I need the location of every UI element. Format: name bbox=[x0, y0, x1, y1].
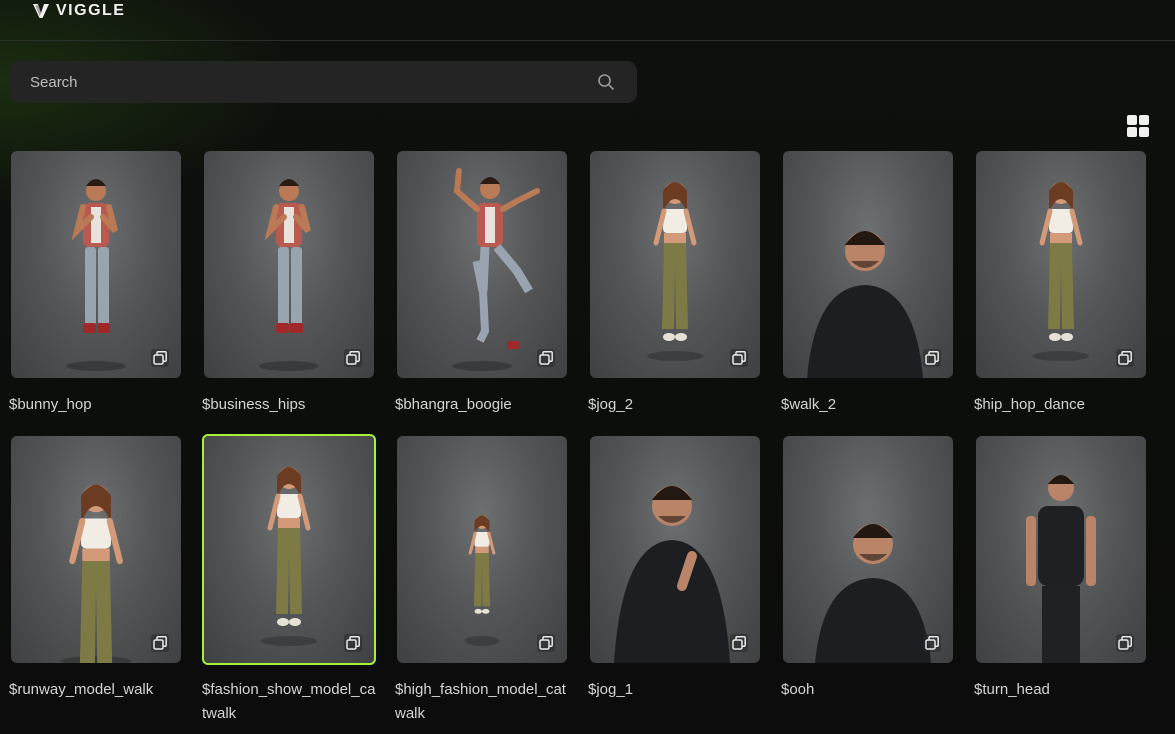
template-thumbnail[interactable] bbox=[590, 436, 760, 663]
multi-clip-icon bbox=[925, 351, 939, 365]
multi-clip-icon bbox=[537, 634, 555, 652]
search-icon[interactable] bbox=[597, 73, 615, 91]
template-card[interactable]: $bunny_hop bbox=[9, 150, 183, 435]
template-label[interactable]: $turn_head bbox=[974, 678, 1148, 702]
template-preview-figure bbox=[452, 168, 540, 371]
template-thumbnail[interactable] bbox=[397, 151, 567, 378]
multi-clip-icon bbox=[925, 636, 939, 650]
template-thumbnail[interactable] bbox=[11, 436, 181, 663]
template-card[interactable]: $jog_2 bbox=[588, 150, 762, 435]
multi-clip-icon bbox=[1118, 351, 1132, 365]
template-preview-figure bbox=[1026, 475, 1096, 663]
multi-clip-icon bbox=[732, 351, 746, 365]
template-thumbnail[interactable] bbox=[397, 436, 567, 663]
template-card[interactable]: $hip_hop_dance bbox=[974, 150, 1148, 435]
multi-clip-icon bbox=[730, 634, 748, 652]
grid-cell bbox=[1127, 115, 1137, 125]
grid-cell bbox=[1139, 115, 1149, 125]
multi-clip-icon bbox=[732, 636, 746, 650]
multi-clip-icon bbox=[153, 351, 167, 365]
multi-clip-icon bbox=[344, 634, 362, 652]
multi-clip-icon bbox=[346, 636, 360, 650]
search-input[interactable] bbox=[9, 60, 597, 104]
multi-clip-icon bbox=[539, 351, 553, 365]
multi-clip-icon bbox=[153, 636, 167, 650]
multi-clip-icon bbox=[539, 636, 553, 650]
multi-clip-icon bbox=[344, 349, 362, 367]
template-preview-figure bbox=[259, 179, 319, 371]
template-label[interactable]: $fashion_show_model_catwalk bbox=[202, 678, 376, 726]
template-card[interactable]: $bhangra_boogie bbox=[395, 150, 569, 435]
template-preview-figure bbox=[1033, 182, 1089, 361]
template-preview-figure bbox=[261, 467, 317, 646]
multi-clip-icon bbox=[151, 349, 169, 367]
template-card[interactable]: $high_fashion_model_catwalk bbox=[395, 435, 569, 734]
template-label[interactable]: $high_fashion_model_catwalk bbox=[395, 678, 569, 726]
template-preview-figure bbox=[807, 231, 923, 378]
multi-clip-icon bbox=[346, 351, 360, 365]
template-card[interactable]: $jog_1 bbox=[588, 435, 762, 734]
template-label[interactable]: $walk_2 bbox=[781, 393, 955, 417]
template-label[interactable]: $jog_1 bbox=[588, 678, 762, 702]
template-preview-figure bbox=[464, 515, 500, 646]
template-label[interactable]: $bunny_hop bbox=[9, 393, 183, 417]
template-preview-figure bbox=[61, 484, 131, 663]
template-card[interactable]: $runway_model_walk bbox=[9, 435, 183, 734]
template-thumbnail[interactable] bbox=[11, 151, 181, 378]
template-preview-figure bbox=[66, 179, 126, 371]
template-preview-figure bbox=[647, 182, 703, 361]
multi-clip-icon bbox=[537, 349, 555, 367]
template-preview-figure bbox=[815, 524, 931, 663]
template-thumbnail[interactable] bbox=[783, 436, 953, 663]
template-thumbnail[interactable] bbox=[783, 151, 953, 378]
template-thumbnail[interactable] bbox=[590, 151, 760, 378]
grid-cell bbox=[1139, 127, 1149, 137]
template-preview-figure bbox=[614, 486, 730, 663]
template-label[interactable]: $jog_2 bbox=[588, 393, 762, 417]
template-thumbnail[interactable] bbox=[204, 151, 374, 378]
template-label[interactable]: $ooh bbox=[781, 678, 955, 702]
template-card[interactable]: $fashion_show_model_catwalk bbox=[202, 434, 376, 734]
template-thumbnail[interactable] bbox=[202, 434, 376, 665]
template-label[interactable]: $bhangra_boogie bbox=[395, 393, 569, 417]
multi-clip-icon bbox=[923, 349, 941, 367]
template-grid: $bunny_hop $business_hips $bhangra_boogi… bbox=[9, 150, 1148, 734]
template-label[interactable]: $hip_hop_dance bbox=[974, 393, 1148, 417]
template-label[interactable]: $runway_model_walk bbox=[9, 678, 183, 702]
template-card[interactable]: $business_hips bbox=[202, 150, 376, 435]
grid-cell bbox=[1127, 127, 1137, 137]
brand-name: VIGGLE bbox=[56, 2, 126, 19]
search-bar[interactable] bbox=[9, 60, 637, 104]
top-bar: VIGGLE bbox=[0, 0, 1175, 41]
grid-view-icon[interactable] bbox=[1126, 114, 1152, 140]
multi-clip-icon bbox=[151, 634, 169, 652]
multi-clip-icon bbox=[1116, 634, 1134, 652]
viggle-logo-icon bbox=[33, 4, 49, 18]
multi-clip-icon bbox=[1116, 349, 1134, 367]
multi-clip-icon bbox=[1118, 636, 1132, 650]
viggle-template-library: VIGGLE $bunny_hop $business_hips $bhangr… bbox=[0, 0, 1175, 734]
template-card[interactable]: $turn_head bbox=[974, 435, 1148, 734]
template-card[interactable]: $walk_2 bbox=[781, 150, 955, 435]
template-label[interactable]: $business_hips bbox=[202, 393, 376, 417]
template-thumbnail[interactable] bbox=[976, 151, 1146, 378]
multi-clip-icon bbox=[923, 634, 941, 652]
viggle-logo[interactable]: VIGGLE bbox=[32, 1, 125, 21]
multi-clip-icon bbox=[730, 349, 748, 367]
template-card[interactable]: $ooh bbox=[781, 435, 955, 734]
template-thumbnail[interactable] bbox=[976, 436, 1146, 663]
